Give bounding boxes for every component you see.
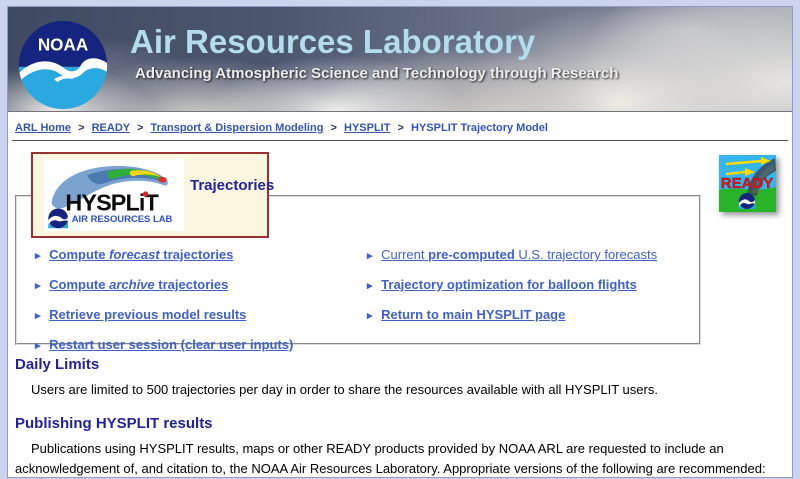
breadcrumb-separator: >	[78, 122, 84, 134]
link-row: ▸ Compute archive trajectories	[35, 277, 367, 292]
breadcrumb-link-transport-dispersion[interactable]: Transport & Dispersion Modeling	[150, 122, 323, 134]
link-row: ▸ Retrieve previous model results	[35, 307, 367, 322]
link-row: ▸ Compute forecast trajectories	[35, 247, 367, 262]
link-row: ▸ Return to main HYSPLIT page	[367, 307, 699, 322]
air-resources-lab-label: AIR RESOURCES LAB	[72, 214, 173, 225]
breadcrumb: ARL Home > READY > Transport & Dispersio…	[8, 112, 792, 134]
triangle-bullet-icon: ▸	[35, 310, 41, 322]
section-heading-publishing-results: Publishing HYSPLIT results	[15, 415, 792, 432]
page-title: Air Resources Laboratory	[130, 23, 535, 61]
daily-limits-paragraph: Users are limited to 500 trajectories pe…	[15, 380, 784, 400]
link-retrieve-previous-results[interactable]: Retrieve previous model results	[49, 307, 246, 322]
header-banner: NOAA Air Resources Laboratory Advancing …	[8, 7, 792, 112]
breadcrumb-separator: >	[398, 122, 404, 134]
noaa-logo-icon: NOAA	[18, 20, 108, 110]
hysplit-logo-box: HYSPLiT AIR RESOURCES LAB Trajectories	[31, 152, 269, 238]
ready-logo-text: READY	[721, 175, 774, 192]
link-return-main-hysplit[interactable]: Return to main HYSPLIT page	[381, 307, 565, 322]
breadcrumb-separator: >	[137, 122, 143, 134]
link-restart-user-session[interactable]: Restart user session (clear user inputs)	[49, 337, 293, 352]
publishing-results-paragraph: Publications using HYSPLIT results, maps…	[15, 439, 784, 479]
breadcrumb-current-page: HYSPLIT Trajectory Model	[411, 122, 548, 134]
noaa-logo-text: NOAA	[38, 36, 88, 55]
header-tagline: Advancing Atmospheric Science and Techno…	[135, 65, 618, 82]
trajectories-caption: Trajectories	[190, 177, 274, 194]
ready-logo[interactable]: READY	[719, 155, 776, 212]
breadcrumb-divider	[12, 140, 788, 141]
link-precomputed-us-forecasts[interactable]: Current pre-computed U.S. trajectory for…	[381, 247, 657, 262]
link-row: ▸ Current pre-computed U.S. trajectory f…	[367, 247, 699, 262]
link-row: ▸ Trajectory optimization for balloon fl…	[367, 277, 699, 292]
link-row: ▸ Restart user session (clear user input…	[35, 337, 367, 352]
triangle-bullet-icon: ▸	[367, 310, 373, 322]
triangle-bullet-icon: ▸	[367, 280, 373, 292]
breadcrumb-link-hysplit[interactable]: HYSPLIT	[344, 122, 390, 134]
triangle-bullet-icon: ▸	[367, 250, 373, 262]
page-container: NOAA Air Resources Laboratory Advancing …	[7, 6, 793, 478]
triangle-bullet-icon: ▸	[35, 340, 41, 352]
link-compute-archive-trajectories[interactable]: Compute archive trajectories	[49, 277, 228, 292]
triangle-bullet-icon: ▸	[35, 280, 41, 292]
hysplit-logo: HYSPLiT AIR RESOURCES LAB	[44, 159, 184, 231]
link-balloon-flight-optimization[interactable]: Trajectory optimization for balloon flig…	[381, 277, 637, 292]
breadcrumb-separator: >	[331, 122, 337, 134]
breadcrumb-link-ready[interactable]: READY	[92, 122, 130, 134]
link-compute-forecast-trajectories[interactable]: Compute forecast trajectories	[49, 247, 233, 262]
breadcrumb-link-arl-home[interactable]: ARL Home	[15, 122, 71, 134]
triangle-bullet-icon: ▸	[35, 250, 41, 262]
